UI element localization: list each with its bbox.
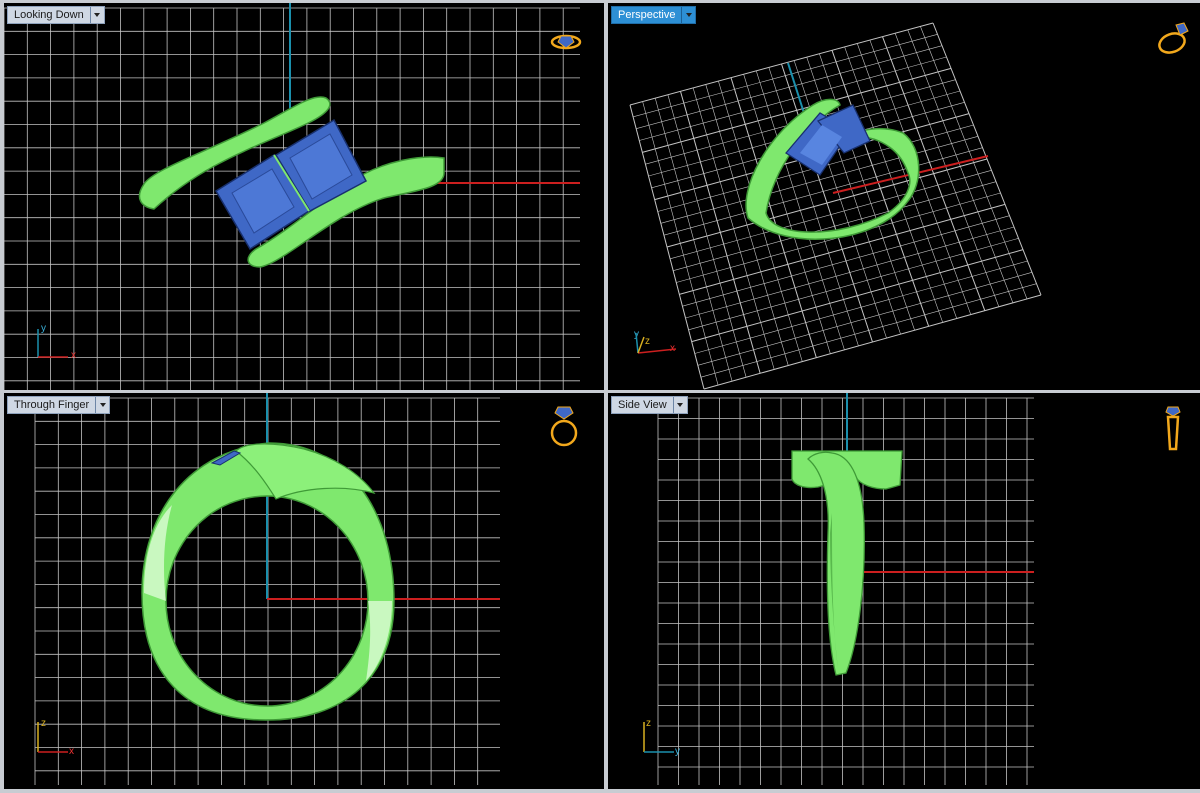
ring-model[interactable] xyxy=(138,96,445,268)
grid-line xyxy=(907,29,1014,303)
side-view-canvas[interactable] xyxy=(608,393,1200,789)
chevron-down-icon[interactable] xyxy=(672,397,687,413)
grid-line xyxy=(688,238,1019,331)
looking-down-canvas[interactable] xyxy=(4,3,604,390)
grid-line xyxy=(920,26,1028,300)
viewport-through-finger[interactable]: Through Finger z x xyxy=(4,393,604,789)
grid-line xyxy=(670,170,992,260)
ring-side-view-icon[interactable] xyxy=(1162,403,1184,453)
chevron-down-icon[interactable] xyxy=(95,397,109,413)
ring-model[interactable] xyxy=(791,450,903,676)
chevron-down-icon[interactable] xyxy=(89,7,104,23)
grid-line xyxy=(685,226,1015,319)
grid-line xyxy=(694,260,1028,354)
chevron-down-icon[interactable] xyxy=(681,7,695,23)
view-label: Side View xyxy=(618,399,667,411)
view-menu-side-view[interactable]: Side View xyxy=(611,396,688,414)
axis-triad-icon xyxy=(643,722,674,753)
grid-line xyxy=(673,181,997,271)
ring-top-view-icon[interactable] xyxy=(550,31,582,53)
through-finger-canvas[interactable] xyxy=(4,393,604,789)
grid-line xyxy=(697,272,1033,366)
grid-line xyxy=(844,46,943,323)
axis-triad-icon xyxy=(635,332,677,354)
grid-line xyxy=(856,43,958,319)
viewport-looking-down[interactable]: Looking Down y x xyxy=(4,3,604,390)
view-menu-through-finger[interactable]: Through Finger xyxy=(7,396,111,414)
axis-triad-icon xyxy=(37,722,68,753)
perspective-grid xyxy=(629,22,1042,390)
viewport-side-view[interactable]: Side View z y xyxy=(608,393,1200,789)
grid-line xyxy=(932,22,1042,296)
grid-line xyxy=(700,283,1037,378)
y-axis-line xyxy=(787,62,805,114)
axis-triad-icon xyxy=(37,329,68,358)
view-label: Through Finger xyxy=(14,399,90,411)
grid-line xyxy=(882,36,986,311)
view-menu-looking-down[interactable]: Looking Down xyxy=(7,6,105,24)
grid-line xyxy=(691,249,1024,343)
view-menu-perspective[interactable]: Perspective xyxy=(611,6,697,24)
grid-line xyxy=(703,294,1042,390)
viewport-perspective[interactable]: Perspective y z x xyxy=(608,3,1200,390)
perspective-canvas[interactable] xyxy=(608,3,1200,390)
view-label: Perspective xyxy=(618,9,676,21)
ring-perspective-icon[interactable] xyxy=(1154,19,1194,55)
ring-front-view-icon[interactable] xyxy=(549,403,579,449)
view-label: Looking Down xyxy=(14,9,84,21)
